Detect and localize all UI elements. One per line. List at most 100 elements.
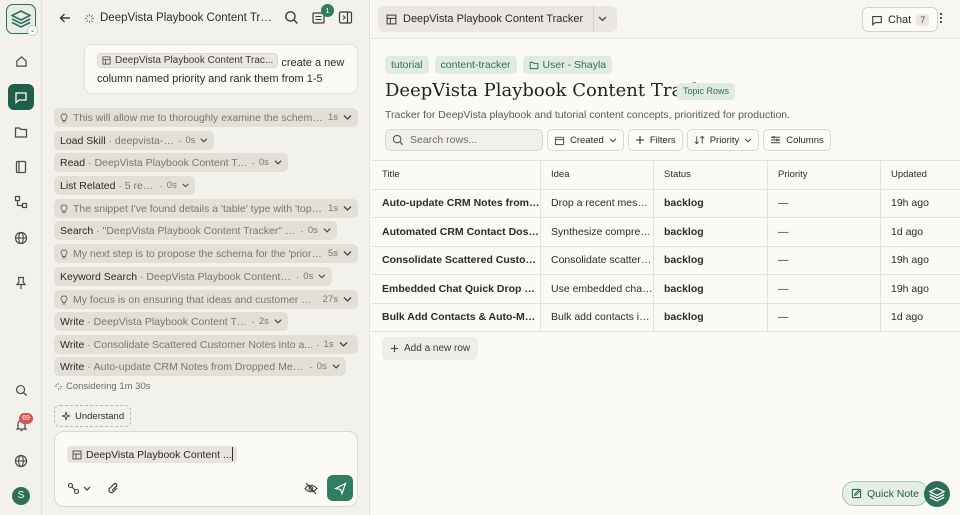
cell-title[interactable]: Auto-update CRM Notes from Dr... [371, 189, 541, 217]
created-sort-button[interactable]: Created [547, 129, 624, 151]
more-options-icon[interactable] [939, 12, 943, 24]
action-step[interactable]: Write · Auto-update CRM Notes from Dropp… [54, 357, 346, 376]
tag-user-folder[interactable]: User - Shayla [522, 56, 613, 74]
step-separator: · [85, 156, 95, 169]
search-icon[interactable] [284, 10, 299, 25]
folder-icon[interactable] [8, 119, 34, 145]
table-row[interactable]: Automated CRM Contact Dossier... Synthesi… [371, 218, 960, 247]
cell-priority-text: — [778, 311, 789, 324]
column-header-status[interactable]: Status [654, 161, 768, 189]
thought-step[interactable]: My next step is to propose the schema fo… [54, 244, 358, 263]
note-edit-icon [851, 488, 862, 499]
filters-button[interactable]: Filters [627, 129, 683, 151]
tag-content-tracker[interactable]: content-tracker [434, 56, 517, 74]
cell-status-text: backlog [664, 282, 704, 295]
action-step[interactable]: Load Skill · deepvista-table ·0s [54, 131, 214, 150]
chevron-down-icon[interactable] [593, 6, 611, 32]
home-icon[interactable] [8, 48, 34, 74]
table-row[interactable]: Embedded Chat Quick Drop & Au... Use embe… [371, 275, 960, 304]
step-duration: 0s [258, 157, 269, 168]
column-header-updated[interactable]: Updated [881, 161, 960, 189]
cell-status[interactable]: backlog [654, 303, 768, 331]
action-step[interactable]: Keyword Search · DeepVista Playbook Cont… [54, 267, 332, 286]
attach-icon[interactable] [107, 482, 120, 495]
chat-button[interactable]: Chat 7 [862, 7, 939, 32]
add-row-button[interactable]: Add a new row [382, 337, 479, 360]
cell-priority[interactable]: — [768, 218, 881, 246]
action-step[interactable]: Read · DeepVista Playbook Content Tracke… [54, 153, 288, 172]
pin-icon[interactable] [8, 270, 34, 296]
step-text: "DeepVista Playbook Content Tracker" in … [102, 224, 298, 237]
cell-title[interactable]: Automated CRM Contact Dossier... [371, 218, 541, 246]
cell-title[interactable]: Embedded Chat Quick Drop & Au... [371, 275, 541, 303]
action-step[interactable]: List Related · 5 results ·0s [54, 176, 195, 195]
table-row[interactable]: Consolidate Scattered Customer ... Consol… [371, 246, 960, 275]
cell-priority[interactable]: — [768, 246, 881, 274]
column-header-title[interactable]: Title [371, 161, 541, 189]
column-header-priority[interactable]: Priority [768, 161, 881, 189]
table-row[interactable]: Bulk Add Contacts & Auto-Match... Bulk ad… [371, 303, 960, 332]
table-reference-chip[interactable]: DeepVista Playbook Content Trac... [97, 53, 279, 68]
book-icon[interactable] [8, 154, 34, 180]
priority-group-button[interactable]: Priority [686, 129, 760, 151]
cell-idea[interactable]: Use embedded chat t... [541, 275, 654, 303]
cell-title-text: Bulk Add Contacts & Auto-Match... [382, 311, 540, 324]
step-label: Keyword Search [60, 270, 138, 283]
chevron-down-icon [200, 138, 208, 143]
cell-idea[interactable]: Synthesize comprehe... [541, 218, 654, 246]
app-logo[interactable]: ⌄ [6, 4, 38, 36]
action-step[interactable]: Search · "DeepVista Playbook Content Tra… [54, 221, 337, 240]
search-rows-input[interactable]: Search rows... [385, 129, 543, 151]
eye-off-icon[interactable] [304, 482, 318, 495]
composer-table-chip[interactable]: DeepVista Playbook Content ... [67, 446, 237, 463]
spinner-icon [54, 382, 63, 391]
cell-status[interactable]: backlog [654, 246, 768, 274]
avatar[interactable]: S [12, 487, 30, 505]
action-step[interactable]: Write · Consolidate Scattered Customer N… [54, 335, 358, 354]
cell-priority[interactable]: — [768, 303, 881, 331]
cell-title[interactable]: Consolidate Scattered Customer ... [371, 246, 541, 274]
tab-content-tracker[interactable]: DeepVista Playbook Content Tracker [378, 6, 618, 32]
cell-status[interactable]: backlog [654, 218, 768, 246]
send-button[interactable] [327, 475, 353, 501]
quick-note-button[interactable]: Quick Note [842, 481, 928, 506]
cell-status[interactable]: backlog [654, 275, 768, 303]
table-icon [102, 56, 111, 65]
cell-status[interactable]: backlog [654, 189, 768, 217]
thought-step[interactable]: The snippet I've found details a 'table'… [54, 199, 358, 218]
table-row[interactable]: Auto-update CRM Notes from Dr... Drop a r… [371, 189, 960, 218]
cell-updated[interactable]: 19h ago [881, 275, 960, 303]
composer[interactable]: DeepVista Playbook Content ... [54, 431, 358, 507]
chat-panel: DeepVista Playbook Content Tracker 1 Dee… [42, 0, 370, 515]
cell-priority[interactable]: — [768, 189, 881, 217]
cell-priority[interactable]: — [768, 275, 881, 303]
back-arrow-icon[interactable] [58, 11, 72, 25]
language-globe-icon[interactable] [8, 448, 34, 474]
tag-tutorial[interactable]: tutorial [385, 56, 429, 74]
cell-updated[interactable]: 1d ago [881, 218, 960, 246]
cell-title[interactable]: Bulk Add Contacts & Auto-Match... [371, 303, 541, 331]
column-header-idea[interactable]: Idea [541, 161, 654, 189]
thought-step[interactable]: My focus is on ensuring that ideas and c… [54, 290, 358, 309]
cell-idea[interactable]: Drop a recent messag... [541, 189, 654, 217]
cell-updated[interactable]: 1d ago [881, 304, 960, 332]
cell-updated[interactable]: 19h ago [881, 247, 960, 275]
globe-icon[interactable] [8, 225, 34, 251]
chat-icon[interactable] [8, 84, 34, 110]
cell-updated[interactable]: 19h ago [881, 190, 960, 218]
cell-idea[interactable]: Bulk add contacts int... [541, 303, 654, 331]
search-icon[interactable] [8, 377, 34, 403]
columns-button[interactable]: Columns [763, 129, 831, 151]
action-step[interactable]: Write · DeepVista Playbook Content Track… [54, 312, 288, 331]
understand-button[interactable]: Understand [54, 405, 132, 427]
step-text: 5 results [124, 179, 157, 192]
panel-toggle-icon[interactable] [338, 10, 353, 25]
workflow-icon[interactable] [8, 189, 34, 215]
cell-priority-text: — [778, 225, 789, 238]
tools-icon[interactable] [67, 482, 93, 495]
chevron-down-icon [343, 115, 352, 120]
cell-idea[interactable]: Consolidate scattere... [541, 246, 654, 274]
lightbulb-icon [60, 204, 68, 213]
assistant-fab[interactable] [924, 481, 950, 507]
thought-step[interactable]: This will allow me to thoroughly examine… [54, 108, 358, 127]
